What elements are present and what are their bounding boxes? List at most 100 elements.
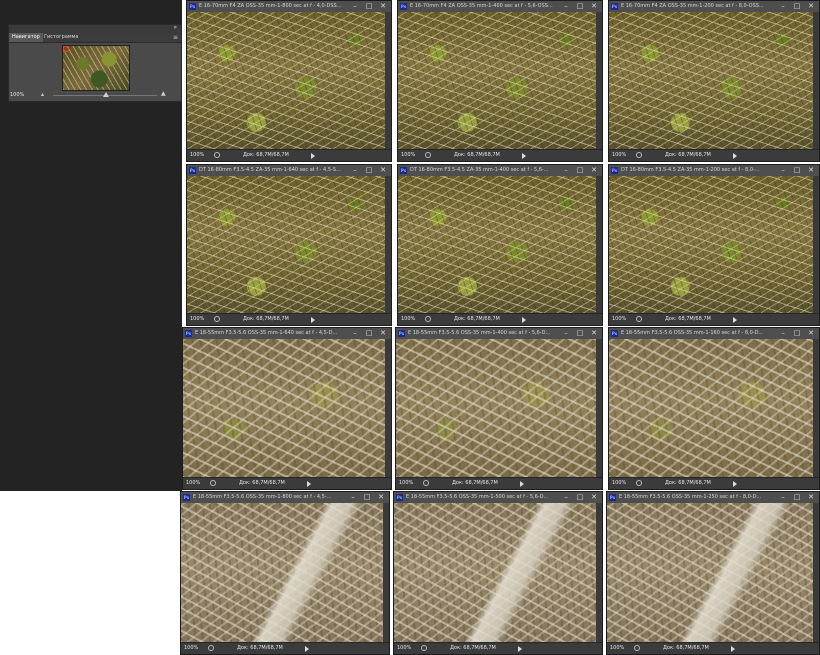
close-icon[interactable]: ✕	[805, 328, 817, 339]
maximize-icon[interactable]: □	[574, 492, 586, 503]
status-zoom[interactable]: 100%	[612, 150, 626, 161]
document-canvas[interactable]	[183, 339, 385, 478]
close-icon[interactable]: ✕	[805, 1, 817, 12]
minimize-icon[interactable]: –	[560, 1, 572, 12]
document-canvas[interactable]	[609, 339, 813, 478]
document-window[interactable]: Ps DT 16-80mm F3.5-4.5 ZA-35 mm-1-400 se…	[397, 164, 603, 326]
status-zoom[interactable]: 100%	[401, 150, 415, 161]
status-menu-arrow-icon[interactable]	[733, 317, 737, 323]
status-zoom[interactable]: 100%	[184, 643, 198, 654]
minimize-icon[interactable]: –	[349, 165, 361, 176]
status-info-icon[interactable]	[634, 645, 640, 651]
status-zoom[interactable]: 100%	[610, 643, 624, 654]
vertical-scrollbar[interactable]	[385, 176, 391, 314]
maximize-icon[interactable]: □	[791, 328, 803, 339]
document-window[interactable]: Ps E 16-70mm F4 ZA OSS-35 mm-1-400 sec a…	[397, 0, 603, 162]
status-menu-arrow-icon[interactable]	[520, 481, 524, 487]
close-icon[interactable]: ✕	[805, 165, 817, 176]
status-menu-arrow-icon[interactable]	[522, 153, 526, 159]
panel-menu-icon[interactable]: ≡	[173, 33, 178, 42]
close-icon[interactable]: ✕	[588, 165, 600, 176]
vertical-scrollbar[interactable]	[383, 503, 389, 643]
maximize-icon[interactable]: □	[361, 492, 373, 503]
minimize-icon[interactable]: –	[777, 1, 789, 12]
zoom-out-icon[interactable]: ▴	[41, 91, 44, 98]
document-window[interactable]: Ps DT 16-80mm F3.5-4.5 ZA-35 mm-1-640 se…	[186, 164, 392, 326]
document-window[interactable]: Ps E 18-55mm F3.5-5.6 OSS-35 mm-1-400 se…	[395, 327, 603, 490]
status-menu-arrow-icon[interactable]	[733, 153, 737, 159]
vertical-scrollbar[interactable]	[385, 339, 391, 478]
status-menu-arrow-icon[interactable]	[311, 317, 315, 323]
vertical-scrollbar[interactable]	[813, 176, 819, 314]
zoom-in-icon[interactable]: ▲	[161, 90, 166, 97]
navigator-zoom-input[interactable]: 100%	[9, 92, 38, 99]
document-window[interactable]: Ps E 18-55mm F3.5-5.6 OSS-35 mm-1-640 se…	[182, 327, 392, 490]
status-info-icon[interactable]	[636, 152, 642, 158]
status-zoom[interactable]: 100%	[186, 478, 200, 489]
status-info-icon[interactable]	[210, 480, 216, 486]
status-zoom[interactable]: 100%	[612, 478, 626, 489]
tab-navigator[interactable]: Навигатор	[9, 33, 43, 42]
document-canvas[interactable]	[398, 12, 596, 150]
status-menu-arrow-icon[interactable]	[733, 481, 737, 487]
close-icon[interactable]: ✕	[588, 328, 600, 339]
document-canvas[interactable]	[187, 12, 385, 150]
close-icon[interactable]: ✕	[375, 492, 387, 503]
close-icon[interactable]: ✕	[805, 492, 817, 503]
document-window[interactable]: Ps E 18-55mm F3.5-5.6 OSS-35 mm-1-800 se…	[180, 491, 390, 655]
minimize-icon[interactable]: –	[777, 492, 789, 503]
document-canvas[interactable]	[181, 503, 383, 643]
maximize-icon[interactable]: □	[791, 1, 803, 12]
document-window[interactable]: Ps E 16-70mm F4 ZA OSS-35 mm-1-800 sec a…	[186, 0, 392, 162]
document-window[interactable]: Ps E 16-70mm F4 ZA OSS-35 mm-1-200 sec a…	[608, 0, 820, 162]
document-canvas[interactable]	[609, 12, 813, 150]
status-zoom[interactable]: 100%	[399, 478, 413, 489]
status-menu-arrow-icon[interactable]	[731, 646, 735, 652]
vertical-scrollbar[interactable]	[813, 339, 819, 478]
document-window[interactable]: Ps E 18-55mm F3.5-5.6 OSS-35 mm-1-500 se…	[393, 491, 603, 655]
document-window[interactable]: Ps E 18-55mm F3.5-5.6 OSS-35 mm-1-160 se…	[608, 327, 820, 490]
status-zoom[interactable]: 100%	[612, 314, 626, 325]
vertical-scrollbar[interactable]	[596, 176, 602, 314]
document-canvas[interactable]	[187, 176, 385, 314]
status-info-icon[interactable]	[636, 316, 642, 322]
status-info-icon[interactable]	[425, 316, 431, 322]
maximize-icon[interactable]: □	[574, 328, 586, 339]
minimize-icon[interactable]: –	[777, 165, 789, 176]
minimize-icon[interactable]: –	[347, 492, 359, 503]
close-icon[interactable]: ✕	[377, 328, 389, 339]
vertical-scrollbar[interactable]	[596, 12, 602, 150]
status-info-icon[interactable]	[425, 152, 431, 158]
document-canvas[interactable]	[398, 176, 596, 314]
maximize-icon[interactable]: □	[574, 165, 586, 176]
maximize-icon[interactable]: □	[363, 1, 375, 12]
close-icon[interactable]: ✕	[377, 165, 389, 176]
document-canvas[interactable]	[396, 339, 596, 478]
status-info-icon[interactable]	[214, 152, 220, 158]
status-zoom[interactable]: 100%	[401, 314, 415, 325]
maximize-icon[interactable]: □	[363, 328, 375, 339]
navigator-view-box[interactable]	[63, 46, 69, 52]
status-info-icon[interactable]	[421, 645, 427, 651]
status-zoom[interactable]: 100%	[190, 150, 204, 161]
double-chevron-icon[interactable]: »	[173, 24, 177, 31]
vertical-scrollbar[interactable]	[596, 339, 602, 478]
close-icon[interactable]: ✕	[588, 492, 600, 503]
maximize-icon[interactable]: □	[363, 165, 375, 176]
status-menu-arrow-icon[interactable]	[307, 481, 311, 487]
vertical-scrollbar[interactable]	[596, 503, 602, 643]
close-icon[interactable]: ✕	[588, 1, 600, 12]
minimize-icon[interactable]: –	[560, 165, 572, 176]
minimize-icon[interactable]: –	[349, 1, 361, 12]
close-icon[interactable]: ✕	[377, 1, 389, 12]
status-menu-arrow-icon[interactable]	[305, 646, 309, 652]
document-canvas[interactable]	[607, 503, 813, 643]
vertical-scrollbar[interactable]	[813, 503, 819, 643]
navigator-thumbnail[interactable]	[62, 45, 130, 91]
status-info-icon[interactable]	[636, 480, 642, 486]
minimize-icon[interactable]: –	[349, 328, 361, 339]
minimize-icon[interactable]: –	[560, 328, 572, 339]
minimize-icon[interactable]: –	[777, 328, 789, 339]
vertical-scrollbar[interactable]	[385, 12, 391, 150]
document-canvas[interactable]	[609, 176, 813, 314]
